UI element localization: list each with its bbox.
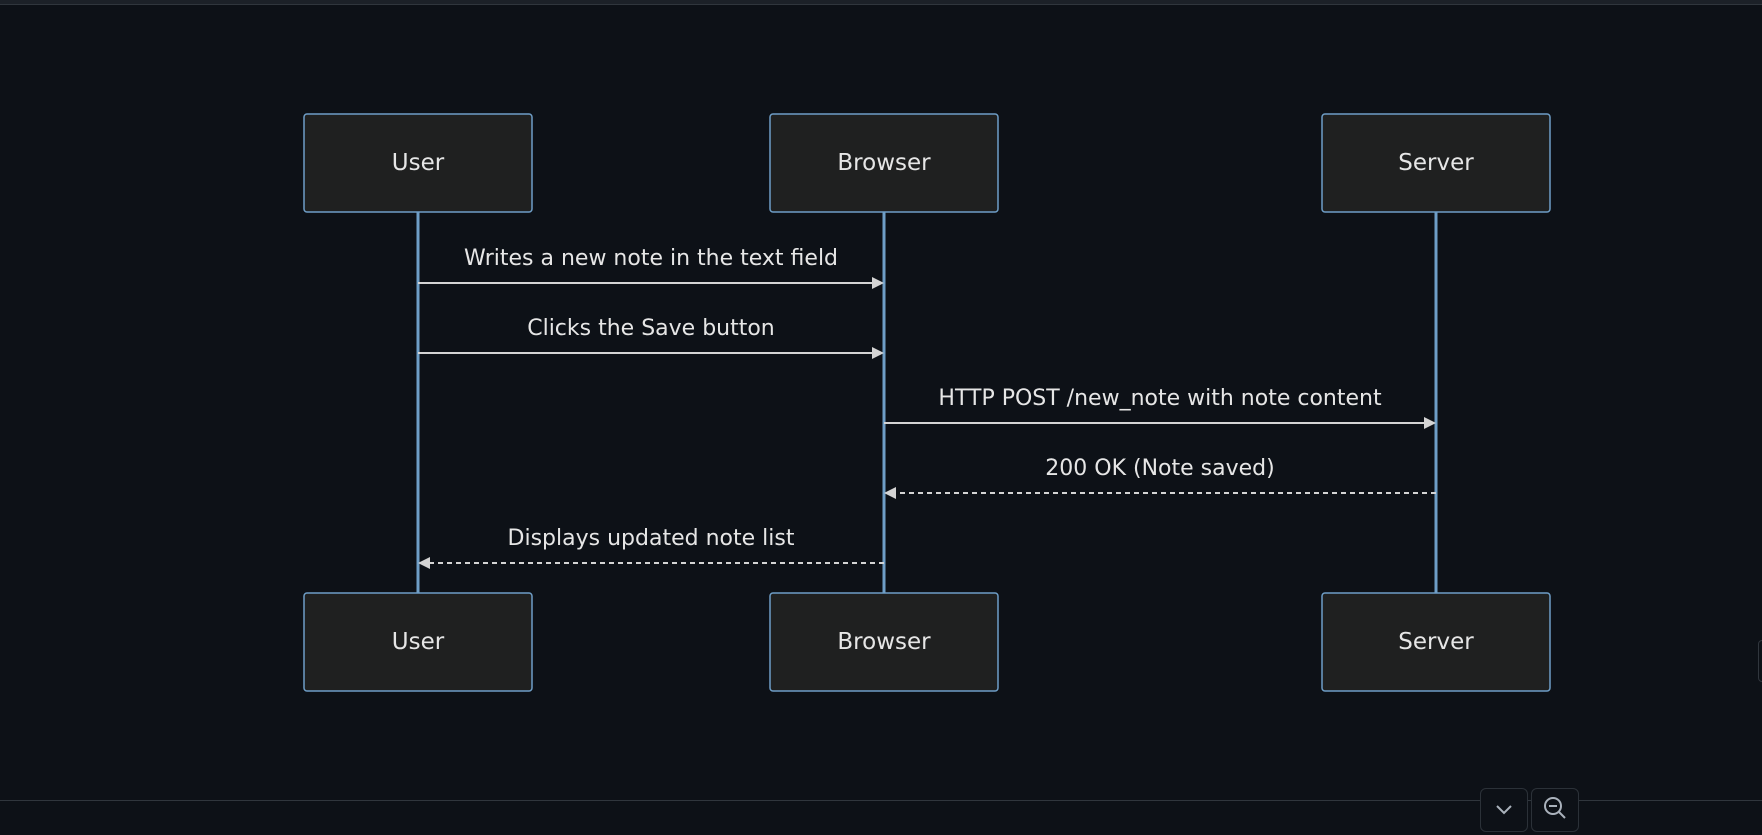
resize-handle[interactable] bbox=[1758, 640, 1762, 682]
participant-label: Browser bbox=[837, 629, 931, 655]
message-label: Writes a new note in the text field bbox=[464, 246, 838, 271]
message-label: Displays updated note list bbox=[508, 526, 795, 551]
message-4: 200 OK (Note saved) bbox=[884, 456, 1436, 499]
participant-label: User bbox=[392, 629, 445, 655]
participant-label: Browser bbox=[837, 150, 931, 176]
message-label: HTTP POST /new_note with note content bbox=[938, 386, 1382, 411]
participant-user-bottom: User bbox=[303, 592, 533, 692]
message-2: Clicks the Save button bbox=[418, 316, 884, 359]
participant-label: Server bbox=[1398, 150, 1474, 176]
diagram-viewer: User User Browser Browser Server Server Write… bbox=[0, 0, 1762, 835]
message-label: 200 OK (Note saved) bbox=[1045, 456, 1274, 481]
sequence-diagram: User User Browser Browser Server Server Write… bbox=[303, 113, 1551, 692]
participant-browser-top: Browser bbox=[769, 113, 999, 213]
collapse-button[interactable] bbox=[1480, 788, 1528, 832]
participant-server-bottom: Server bbox=[1321, 592, 1551, 692]
zoom-out-button[interactable] bbox=[1531, 788, 1579, 832]
participant-label: User bbox=[392, 150, 445, 176]
message-3: HTTP POST /new_note with note content bbox=[884, 386, 1436, 429]
message-5: Displays updated note list bbox=[418, 526, 884, 569]
participant-label: Server bbox=[1398, 629, 1474, 655]
zoom-out-icon bbox=[1542, 795, 1568, 825]
message-1: Writes a new note in the text field bbox=[418, 246, 884, 289]
participant-server-top: Server bbox=[1321, 113, 1551, 213]
participant-user-top: User bbox=[303, 113, 533, 213]
message-label: Clicks the Save button bbox=[527, 316, 775, 341]
participant-browser-bottom: Browser bbox=[769, 592, 999, 692]
chevron-down-icon bbox=[1495, 801, 1513, 820]
